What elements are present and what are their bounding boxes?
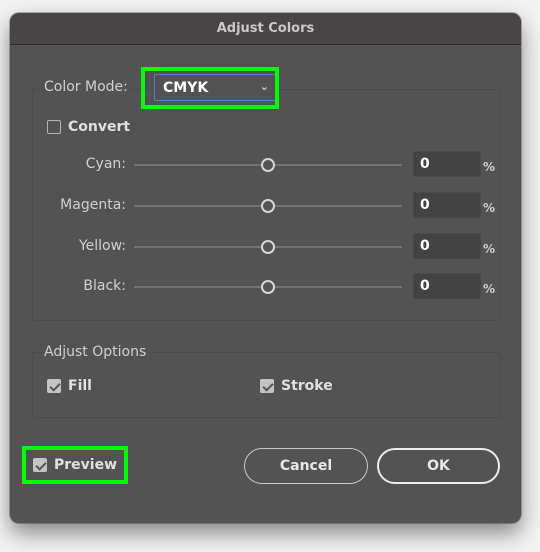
dialog-title: Adjust Colors — [10, 13, 521, 45]
fill-label: Fill — [68, 378, 92, 394]
fill-checkbox-row[interactable]: Fill — [47, 378, 92, 394]
yellow-input[interactable]: 0 — [413, 233, 481, 259]
yellow-slider-row: Yellow: 0 % — [30, 233, 500, 259]
magenta-percent: % — [483, 201, 496, 215]
stroke-label: Stroke — [281, 378, 333, 394]
magenta-label: Magenta: — [60, 197, 126, 213]
preview-highlight — [22, 446, 128, 484]
black-percent: % — [483, 282, 496, 296]
cyan-slider-thumb[interactable] — [261, 158, 275, 172]
convert-checkbox[interactable] — [47, 120, 61, 134]
magenta-input[interactable]: 0 — [413, 192, 481, 218]
black-slider-row: Black: 0 % — [30, 273, 500, 299]
cyan-slider-row: Cyan: 0 % — [30, 151, 500, 177]
cancel-button[interactable]: Cancel — [244, 448, 368, 484]
stroke-checkbox[interactable] — [260, 379, 274, 393]
cyan-input[interactable]: 0 — [413, 151, 481, 177]
stroke-checkbox-row[interactable]: Stroke — [260, 378, 333, 394]
color-mode-label: Color Mode: — [44, 79, 130, 95]
yellow-label: Yellow: — [78, 238, 126, 254]
yellow-percent: % — [483, 242, 496, 256]
magenta-slider-thumb[interactable] — [261, 199, 275, 213]
convert-checkbox-row[interactable]: Convert — [47, 119, 130, 135]
black-input[interactable]: 0 — [413, 273, 481, 299]
black-slider-thumb[interactable] — [261, 280, 275, 294]
ok-button[interactable]: OK — [377, 448, 500, 484]
color-mode-highlight — [141, 67, 279, 109]
cyan-label: Cyan: — [85, 156, 126, 172]
cyan-percent: % — [483, 160, 496, 174]
black-label: Black: — [83, 278, 126, 294]
adjust-colors-dialog: Adjust Colors Color Mode: CMYK ⌄ Convert… — [10, 13, 521, 523]
magenta-slider-row: Magenta: 0 % — [30, 192, 500, 218]
fill-checkbox[interactable] — [47, 379, 61, 393]
yellow-slider-thumb[interactable] — [261, 240, 275, 254]
convert-label: Convert — [68, 119, 131, 135]
adjust-options-title: Adjust Options — [44, 344, 150, 360]
